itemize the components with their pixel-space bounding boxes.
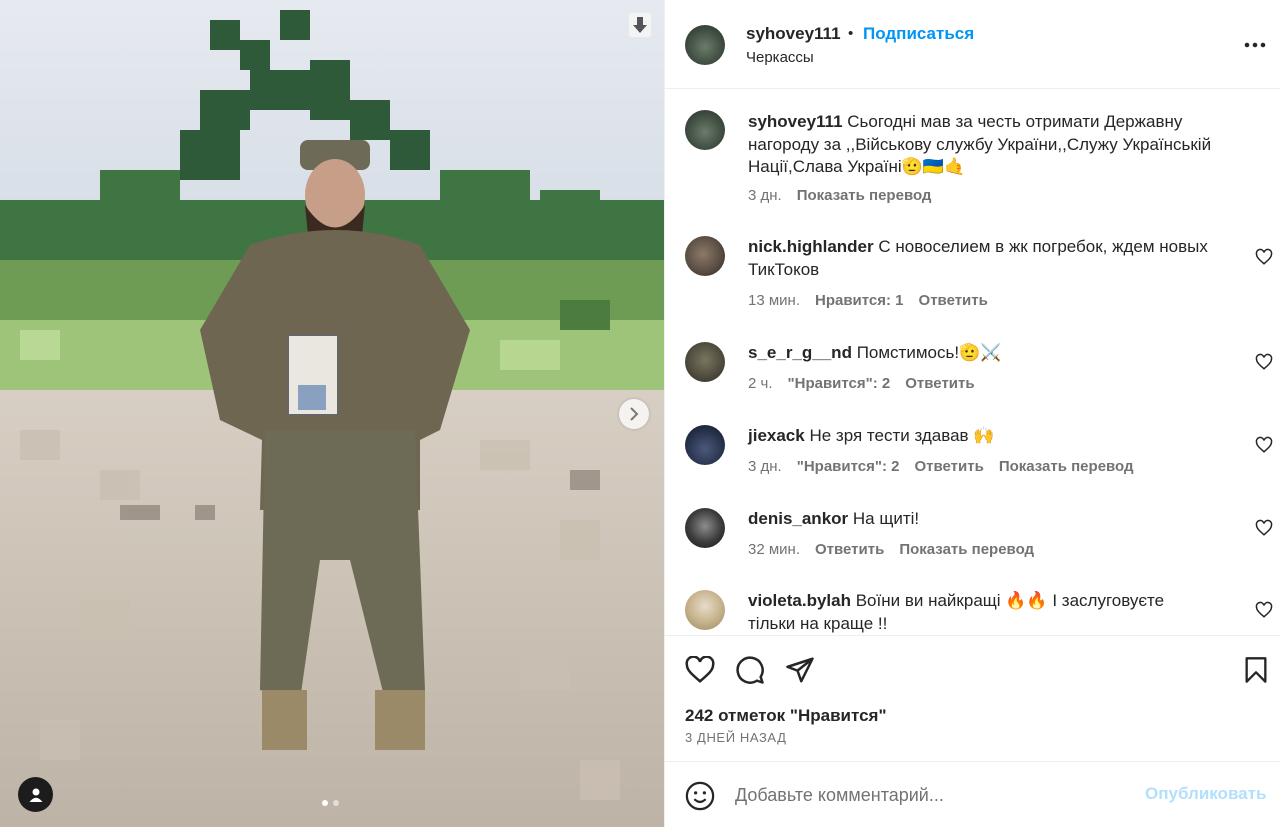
post-photo [0,0,664,827]
comment-time[interactable]: 32 мин. [748,541,800,558]
avatar[interactable] [685,508,725,548]
emoji-icon[interactable] [685,781,715,811]
share-button[interactable] [783,653,817,687]
post-date[interactable]: 3 ДНЕЙ НАЗАД [685,730,787,745]
reply-button[interactable]: Ответить [905,375,974,392]
follow-button[interactable]: Подписаться [863,24,974,44]
reply-button[interactable]: Ответить [914,458,983,475]
avatar[interactable] [685,590,725,630]
reply-button[interactable]: Ответить [919,292,988,309]
caption-text: syhovey111 Сьогодні мав за честь отримат… [748,111,1248,179]
comment-username[interactable]: s_e_r_g__nd [748,343,852,362]
next-slide-button[interactable] [619,399,649,429]
comment-text: violeta.bylah Воїни ви найкращі 🔥🔥 І зас… [748,590,1168,635]
comment-body: Не зря тести здавав 🙌 [809,426,995,445]
post-media[interactable] [0,0,664,827]
reply-button[interactable]: Ответить [815,541,884,558]
heart-icon[interactable] [1255,436,1273,454]
comment-likes[interactable]: "Нравится": 2 [797,458,900,475]
heart-icon [685,656,715,683]
comment-text: jiexack Не зря тести здавав 🙌 [748,425,1248,448]
comment-meta: 2 ч. "Нравится": 2 Ответить [748,375,975,392]
comment-text: denis_ankor На щиті! [748,508,1248,531]
caption-time[interactable]: 3 дн. [748,187,782,204]
heart-icon[interactable] [1255,519,1273,537]
comment-time[interactable]: 3 дн. [748,458,782,475]
comment-username[interactable]: violeta.bylah [748,591,851,610]
post-header: syhovey111 • Подписаться Черкассы [665,0,1280,89]
tagged-users-button[interactable] [18,777,53,812]
chevron-right-icon [630,407,639,421]
post-location[interactable]: Черкассы [746,49,814,66]
caption-meta: 3 дн. Показать перевод [748,187,931,204]
comment-body: Помстимось!🫡⚔️ [856,343,1002,362]
comment-username[interactable]: nick.highlander [748,237,874,256]
user-icon [29,788,42,802]
carousel-dots [322,800,339,806]
more-options-button[interactable] [1243,35,1267,55]
avatar[interactable] [685,25,725,65]
avatar[interactable] [685,110,725,150]
comment-time[interactable]: 2 ч. [748,375,773,392]
like-button[interactable] [683,653,717,687]
comment-text: s_e_r_g__nd Помстимось!🫡⚔️ [748,342,1248,365]
comment-likes[interactable]: "Нравится": 2 [788,375,891,392]
more-horizontal-icon [1244,42,1266,48]
carousel-dot [333,800,339,806]
comment-likes[interactable]: Нравится: 1 [815,292,904,309]
bookmark-icon [1245,657,1267,683]
heart-icon[interactable] [1255,353,1273,371]
comment-username[interactable]: denis_ankor [748,509,848,528]
comment-body: На щиті! [852,509,920,528]
add-comment-bar: Опубликовать [665,761,1280,827]
comment-icon [736,656,764,684]
download-icon[interactable] [625,10,655,40]
comment-meta: 32 мин. Ответить Показать перевод [748,541,1034,558]
comment-meta: 3 дн. "Нравится": 2 Ответить Показать пе… [748,458,1134,475]
post-actions: 242 отметок "Нравится" 3 ДНЕЙ НАЗАД [665,635,1280,761]
comment-text: nick.highlander С новоселием в жк погреб… [748,236,1248,281]
save-button[interactable] [1239,653,1273,687]
post-sidebar: syhovey111 • Подписаться Черкассы syhove… [664,0,1280,827]
separator-dot: • [848,25,854,42]
publish-button[interactable]: Опубликовать [1145,784,1266,804]
carousel-dot [322,800,328,806]
comment-button[interactable] [733,653,767,687]
heart-icon[interactable] [1255,248,1273,266]
author-username[interactable]: syhovey111 [746,24,841,44]
avatar[interactable] [685,342,725,382]
send-icon [786,657,814,683]
heart-icon[interactable] [1255,601,1273,619]
comment-username[interactable]: jiexack [748,426,805,445]
comments-list[interactable]: syhovey111 Сьогодні мав за честь отримат… [665,90,1280,635]
caption-username[interactable]: syhovey111 [748,112,843,131]
avatar[interactable] [685,236,725,276]
avatar[interactable] [685,425,725,465]
comment-meta: 13 мин. Нравится: 1 Ответить [748,292,988,309]
show-translation-link[interactable]: Показать перевод [797,187,932,204]
comment-input[interactable] [735,782,1135,808]
likes-count[interactable]: 242 отметок "Нравится" [685,706,887,726]
show-translation-link[interactable]: Показать перевод [999,458,1134,475]
comment-time[interactable]: 13 мин. [748,292,800,309]
show-translation-link[interactable]: Показать перевод [899,541,1034,558]
